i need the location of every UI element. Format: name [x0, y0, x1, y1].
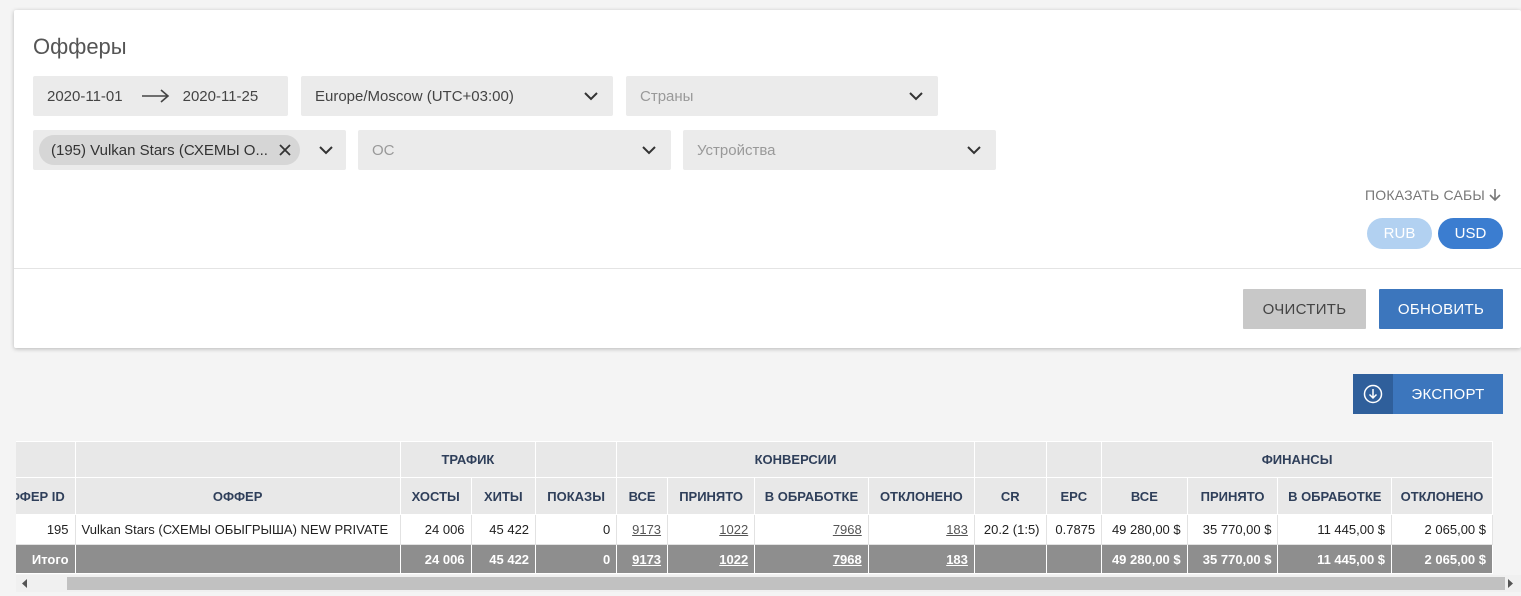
link-conv-processing[interactable]: 7968: [833, 522, 862, 537]
arrow-right-icon: [141, 89, 169, 103]
chevron-down-icon: [642, 146, 656, 155]
timezone-select[interactable]: Europe/Moscow (UTC+03:00): [301, 76, 613, 116]
timezone-value: Europe/Moscow (UTC+03:00): [315, 87, 514, 105]
offer-chip-label: (195) Vulkan Stars (СХЕМЫ О...: [51, 141, 268, 159]
download-icon: [1353, 374, 1393, 414]
total-hosts: 24 006: [399, 544, 472, 574]
arrow-down-icon: [1489, 189, 1501, 202]
cell-hits: 45 422: [470, 514, 537, 545]
total-fin-processing: 11 445,00 $: [1277, 544, 1393, 574]
show-subs-toggle[interactable]: ПОКАЗАТЬ САБЫ: [1365, 187, 1502, 203]
offer-chip: (195) Vulkan Stars (СХЕМЫ О...: [39, 135, 300, 165]
stats-table: ТРАФИК КОНВЕРСИИ ФИНАНСЫ ОФФЕР ID ОФФЕР …: [16, 441, 1493, 574]
filter-card: Офферы 2020-11-01 2020-11-25 Europe/Mosc…: [14, 10, 1521, 348]
scrollbar-thumb[interactable]: [67, 577, 1505, 590]
link-conv-all[interactable]: 9173: [632, 522, 661, 537]
os-select[interactable]: ОС: [358, 130, 671, 170]
os-placeholder: ОС: [372, 141, 395, 159]
col-offer-id[interactable]: ОФФЕР ID: [16, 477, 76, 515]
countries-select[interactable]: Страны: [626, 76, 938, 116]
cell-hosts: 24 006: [399, 514, 472, 545]
group-finance: ФИНАНСЫ: [1101, 441, 1493, 478]
export-label: ЭКСПОРТ: [1411, 385, 1485, 403]
total-fin-all: 49 280,00 $: [1101, 544, 1188, 574]
col-hits[interactable]: ХИТЫ: [470, 477, 537, 515]
cell-shows: 0: [535, 514, 618, 545]
total-link-conv-all[interactable]: 9173: [632, 552, 661, 567]
export-button[interactable]: ЭКСПОРТ: [1353, 374, 1503, 414]
scroll-left-icon[interactable]: [20, 578, 30, 589]
col-fin-all[interactable]: ВСЕ: [1101, 477, 1188, 515]
total-label: Итого: [16, 544, 76, 574]
col-fin-rejected[interactable]: ОТКЛОНЕНО: [1391, 477, 1493, 515]
stats-table-container: ТРАФИК КОНВЕРСИИ ФИНАНСЫ ОФФЕР ID ОФФЕР …: [16, 441, 1521, 575]
cell-fin-accepted: 35 770,00 $: [1186, 514, 1279, 545]
scroll-right-icon[interactable]: [1505, 578, 1515, 589]
col-conv-accepted[interactable]: ПРИНЯТО: [667, 477, 756, 515]
total-shows: 0: [535, 544, 618, 574]
cell-fin-all: 49 280,00 $: [1101, 514, 1188, 545]
link-conv-rejected[interactable]: 183: [946, 522, 968, 537]
col-conv-all[interactable]: ВСЕ: [616, 477, 669, 515]
col-conv-processing[interactable]: В ОБРАБОТКЕ: [754, 477, 869, 515]
group-conversions: КОНВЕРСИИ: [616, 441, 975, 478]
cell-epc: 0.7875: [1045, 514, 1103, 545]
horizontal-scrollbar[interactable]: [16, 575, 1521, 592]
refresh-button[interactable]: ОБНОВИТЬ: [1379, 289, 1503, 329]
col-cr[interactable]: CR: [973, 477, 1047, 515]
clear-button[interactable]: ОЧИСТИТЬ: [1243, 289, 1366, 329]
devices-select[interactable]: Устройства: [683, 130, 996, 170]
show-subs-label: ПОКАЗАТЬ САБЫ: [1365, 187, 1485, 203]
col-fin-processing[interactable]: В ОБРАБОТКЕ: [1277, 477, 1393, 515]
link-conv-accepted[interactable]: 1022: [719, 522, 748, 537]
cell-offer: Vulkan Stars (СХЕМЫ ОБЫГРЫША) NEW PRIVAT…: [74, 514, 401, 545]
currency-usd-button[interactable]: USD: [1438, 218, 1503, 249]
total-fin-rejected: 2 065,00 $: [1391, 544, 1493, 574]
total-hits: 45 422: [470, 544, 537, 574]
close-icon[interactable]: [278, 143, 292, 157]
total-fin-accepted: 35 770,00 $: [1186, 544, 1279, 574]
cell-fin-processing: 11 445,00 $: [1277, 514, 1393, 545]
date-range-picker[interactable]: 2020-11-01 2020-11-25: [33, 76, 288, 116]
total-link-conv-accepted[interactable]: 1022: [719, 552, 748, 567]
col-epc[interactable]: EPC: [1045, 477, 1103, 515]
col-fin-accepted[interactable]: ПРИНЯТО: [1186, 477, 1279, 515]
chevron-down-icon: [584, 92, 598, 101]
date-to[interactable]: 2020-11-25: [183, 88, 259, 105]
cell-offer-id: 195: [16, 514, 76, 545]
chevron-down-icon: [967, 146, 981, 155]
page-title: Офферы: [33, 34, 127, 59]
offers-select[interactable]: (195) Vulkan Stars (СХЕМЫ О...: [33, 130, 346, 170]
table-group-header: ТРАФИК КОНВЕРСИИ ФИНАНСЫ: [16, 441, 1493, 478]
table-column-header: ОФФЕР ID ОФФЕР ХОСТЫ ХИТЫ ПОКАЗЫ ВСЕ ПРИ…: [16, 477, 1493, 515]
divider: [14, 268, 1521, 269]
col-conv-rejected[interactable]: ОТКЛОНЕНО: [867, 477, 975, 515]
cell-cr: 20.2 (1:5): [973, 514, 1047, 545]
cell-fin-rejected: 2 065,00 $: [1391, 514, 1493, 545]
total-link-conv-processing[interactable]: 7968: [833, 552, 862, 567]
chevron-down-icon: [319, 146, 333, 155]
table-row: 195 Vulkan Stars (СХЕМЫ ОБЫГРЫША) NEW PR…: [16, 514, 1493, 545]
currency-rub-button[interactable]: RUB: [1367, 218, 1432, 249]
date-from[interactable]: 2020-11-01: [47, 88, 123, 105]
col-offer[interactable]: ОФФЕР: [74, 477, 401, 515]
group-traffic: ТРАФИК: [399, 441, 537, 478]
chevron-down-icon: [909, 92, 923, 101]
total-link-conv-rejected[interactable]: 183: [946, 552, 968, 567]
devices-placeholder: Устройства: [697, 141, 776, 159]
col-shows[interactable]: ПОКАЗЫ: [535, 477, 618, 515]
col-hosts[interactable]: ХОСТЫ: [399, 477, 472, 515]
countries-placeholder: Страны: [640, 87, 694, 105]
table-total-row: Итого 24 006 45 422 0 9173 1022 7968 183…: [16, 544, 1493, 574]
